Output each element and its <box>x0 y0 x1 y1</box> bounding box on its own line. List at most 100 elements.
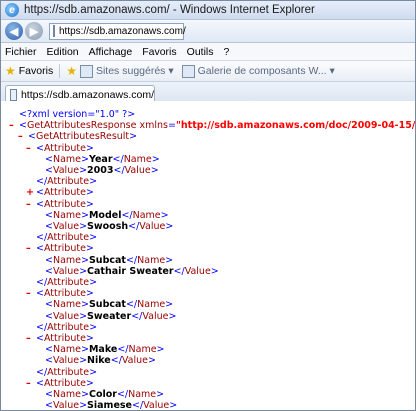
value-2-end-open-bracket: </ <box>128 221 140 232</box>
attribute-2-end-tag-name: Attribute <box>47 232 90 244</box>
menu-affichage[interactable]: Affichage <box>89 46 133 58</box>
name-4-end-close-bracket: > <box>165 299 174 311</box>
name-6-close-bracket: > <box>81 389 89 400</box>
attribute-6-tag-name: Attribute <box>43 377 86 389</box>
value-line: <Value>Siamese</Value> <box>45 400 177 411</box>
attribute-open-line: – <Attribute> <box>26 378 94 389</box>
attribute-name-value: Year <box>88 153 113 165</box>
menu-help[interactable]: ? <box>224 46 230 58</box>
collapse-toggle-attribute[interactable]: – <box>26 143 36 154</box>
value-4-end-open-bracket: </ <box>131 310 143 322</box>
back-arrow-icon[interactable]: ◀ <box>5 22 23 40</box>
name-5-end-tag-name: Name <box>128 344 157 356</box>
name-3-end-close-bracket: > <box>165 254 174 266</box>
value-0-tag-name: Value <box>52 165 80 176</box>
favorites-star-icon[interactable]: ★ <box>5 64 16 78</box>
collapse-toggle-attribute[interactable]: – <box>26 378 36 389</box>
name-line: <Name>Subcat</Name> <box>45 299 173 310</box>
expand-toggle-attribute[interactable]: + <box>26 187 36 198</box>
favorites-separator <box>59 64 61 78</box>
web-slice-gallery-link[interactable]: Galerie de composants W... ▾ <box>181 64 335 78</box>
name-3-open-bracket: < <box>45 254 53 266</box>
add-favorites-icon[interactable]: ★ <box>66 64 77 78</box>
attribute-4-end-close-bracket: > <box>89 321 98 333</box>
attribute-open-line: – <Attribute> <box>26 288 94 299</box>
collapse-toggle-attribute[interactable]: – <box>26 243 36 254</box>
name-3-end-tag-name: Name <box>137 254 166 266</box>
collapse-toggle-root[interactable]: – <box>9 120 19 131</box>
menu-favoris[interactable]: Favoris <box>142 46 176 58</box>
xml-declaration-line: <?xml version="1.0" ?> <box>19 109 135 120</box>
attribute-close-line: </Attribute> <box>36 176 97 187</box>
name-2-close-bracket: > <box>81 209 89 221</box>
attribute-name-value: Color <box>88 389 117 400</box>
value-5-tag-name: Value <box>52 355 80 367</box>
value-0-open-bracket: < <box>45 165 53 176</box>
web-slice-gallery-icon <box>181 64 195 78</box>
web-slice-gallery-label: Galerie de composants W... ▾ <box>197 65 335 77</box>
attribute-5-end-open-bracket: </ <box>36 366 48 378</box>
attribute-5-open-bracket: < <box>36 333 44 344</box>
attribute-0-close-bracket: > <box>85 142 94 154</box>
value-6-close-bracket: > <box>79 400 88 411</box>
name-5-close-bracket: > <box>81 344 89 356</box>
suggested-sites-icon <box>79 64 93 78</box>
attribute-value-value: Nike <box>87 355 111 367</box>
collapse-toggle-attribute[interactable]: – <box>26 288 36 299</box>
name-4-end-tag-name: Name <box>137 299 166 311</box>
root-tag-name: GetAttributesResponse <box>26 120 137 132</box>
attribute-0-open-bracket: < <box>36 142 44 154</box>
attribute-collapsed-line: + <Attribute> <box>26 187 94 198</box>
name-2-end-tag-name: Name <box>132 209 161 221</box>
name-2-tag-name: Name <box>52 209 81 221</box>
collapse-toggle-attribute[interactable]: – <box>26 333 36 344</box>
collapse-toggle-result[interactable]: – <box>18 131 28 142</box>
name-line: <Name>Color</Name> <box>45 389 164 400</box>
attribute-open-line: – <Attribute> <box>26 143 94 154</box>
root-attr-eq: = <box>167 120 176 132</box>
suggested-sites-link[interactable]: Sites suggérés ▾ <box>79 64 174 78</box>
value-4-end-close-bracket: > <box>168 310 177 322</box>
name-0-end-tag-name: Name <box>123 153 152 165</box>
favorites-button[interactable]: Favoris <box>19 65 53 77</box>
attribute-close-line: </Attribute> <box>36 367 97 378</box>
name-0-end-open-bracket: </ <box>112 153 124 165</box>
attribute-5-tag-name: Attribute <box>43 333 86 344</box>
attribute-1-open-bracket: < <box>36 187 44 199</box>
address-bar: ◀ ▶ https://sdb.amazonaws.com/ <box>1 20 415 43</box>
collapse-toggle-attribute[interactable]: – <box>26 199 36 210</box>
name-0-tag-name: Name <box>52 153 81 165</box>
menu-outils[interactable]: Outils <box>187 46 214 58</box>
name-6-end-tag-name: Name <box>128 389 157 400</box>
value-4-end-tag-name: Value <box>142 310 169 322</box>
attribute-2-end-close-bracket: > <box>89 232 98 244</box>
value-4-close-bracket: > <box>79 310 88 322</box>
address-input[interactable]: https://sdb.amazonaws.com/ <box>49 22 186 40</box>
attribute-name-value: Model <box>88 209 122 221</box>
value-5-end-close-bracket: > <box>148 355 156 367</box>
menu-fichier[interactable]: Fichier <box>5 46 37 58</box>
name-6-open-bracket: < <box>45 389 53 400</box>
value-4-tag-name: Value <box>52 310 80 322</box>
value-line: <Value>2003</Value> <box>45 165 159 176</box>
forward-arrow-icon[interactable]: ▶ <box>25 22 43 40</box>
name-3-close-bracket: > <box>81 254 89 266</box>
favorites-bar: ★ Favoris ★ Sites suggérés ▾ Galerie de … <box>1 61 415 82</box>
attribute-6-open-bracket: < <box>36 377 44 389</box>
attribute-close-line: </Attribute> <box>36 277 97 288</box>
attribute-5-end-tag-name: Attribute <box>47 366 90 378</box>
value-2-end-tag-name: Value <box>139 221 166 232</box>
value-5-end-tag-name: Value <box>121 355 149 367</box>
value-2-close-bracket: > <box>79 221 88 232</box>
name-5-open-bracket: < <box>45 344 53 356</box>
internet-explorer-icon: e <box>5 3 19 17</box>
menu-edition[interactable]: Edition <box>47 46 79 58</box>
name-4-end-open-bracket: </ <box>125 299 138 311</box>
attribute-5-close-bracket: > <box>85 333 94 344</box>
name-4-open-bracket: < <box>45 299 53 311</box>
attribute-1-close-bracket: > <box>85 187 94 199</box>
name-3-end-open-bracket: </ <box>125 254 138 266</box>
attribute-3-close-bracket: > <box>85 243 94 255</box>
attribute-4-open-bracket: < <box>36 288 44 300</box>
attribute-close-line: </Attribute> <box>36 232 97 243</box>
